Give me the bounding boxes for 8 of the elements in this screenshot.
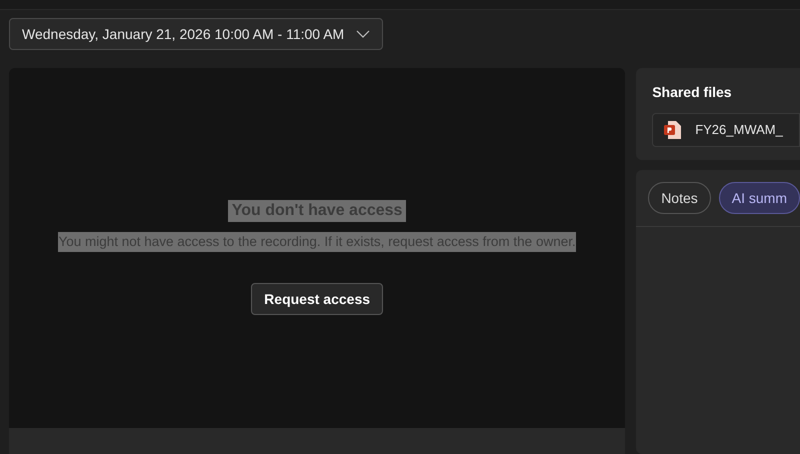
file-item[interactable]: FY26_MWAM_: [652, 113, 800, 147]
request-access-button[interactable]: Request access: [251, 283, 384, 315]
chevron-down-icon: [356, 30, 370, 38]
tab[interactable]: AI summ: [718, 182, 800, 214]
presentation-file-icon: [664, 121, 682, 139]
tab[interactable]: Notes: [648, 182, 711, 214]
date-dropdown[interactable]: Wednesday, January 21, 2026 10:00 AM - 11:00 AM: [9, 18, 384, 50]
shared-files-title: Shared files: [652, 83, 733, 102]
